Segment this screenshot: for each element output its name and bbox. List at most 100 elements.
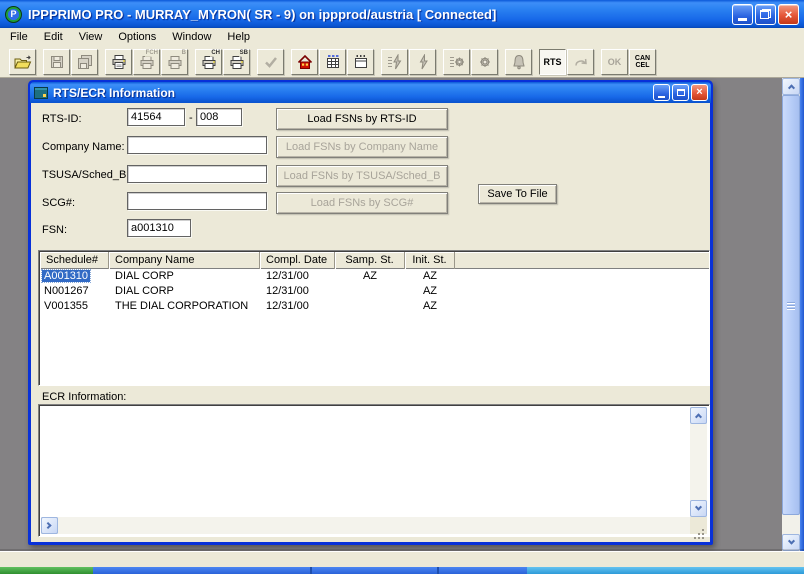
- main-window-title: IPPPRIMO PRO - MURRAY_MYRON( SR - 9) on …: [28, 7, 732, 22]
- redo-button: [567, 49, 594, 75]
- dialog-close-button[interactable]: ×: [691, 84, 708, 101]
- print-sb-button[interactable]: SB: [223, 49, 250, 75]
- data-grid-button[interactable]: [319, 49, 346, 75]
- status-bar: [0, 551, 804, 567]
- check-icon: [263, 54, 279, 70]
- table-row[interactable]: V001355 THE DIAL CORPORATION 12/31/00 AZ: [40, 299, 709, 314]
- print-button[interactable]: [105, 49, 132, 75]
- restore-button[interactable]: [755, 4, 776, 25]
- rts-toggle-button[interactable]: RTS: [539, 49, 566, 75]
- lightning-icon: [415, 54, 431, 70]
- gear-icon: [477, 54, 493, 70]
- home-icon: [297, 54, 313, 70]
- chevron-down-icon: [787, 538, 794, 545]
- dialog-maximize-icon: [677, 89, 685, 96]
- column-header-samp[interactable]: Samp. St.: [335, 252, 405, 269]
- ecr-vertical-scrollbar[interactable]: [690, 407, 707, 517]
- tsusa-label: TSUSA/Sched_B:: [42, 169, 129, 181]
- scroll-up-button[interactable]: [782, 78, 800, 95]
- menu-item-options[interactable]: Options: [110, 29, 164, 45]
- ecr-scroll-down-button[interactable]: [690, 500, 707, 517]
- menu-item-help[interactable]: Help: [219, 29, 258, 45]
- company-name-input[interactable]: [127, 136, 267, 154]
- print-fch-badge: FCH: [145, 50, 159, 57]
- load-fsns-by-tsusa-button: Load FSNs by TSUSA/Sched_B: [276, 165, 448, 187]
- ok-button-toolbar: OK: [601, 49, 628, 75]
- table-row[interactable]: A001310 DIAL CORP 12/31/00 AZ AZ: [40, 269, 709, 284]
- dialog-minimize-icon: [658, 96, 665, 98]
- rts-id-input-1[interactable]: [127, 108, 185, 126]
- scrollbar-thumb[interactable]: [782, 95, 800, 515]
- close-button[interactable]: ×: [778, 4, 799, 25]
- menu-item-file[interactable]: File: [2, 29, 36, 45]
- ecr-information-content[interactable]: [41, 407, 690, 517]
- batch-lightning-icon: [386, 54, 404, 70]
- company-name-label: Company Name:: [42, 141, 125, 153]
- print-ch-badge: CH: [210, 50, 221, 57]
- fsn-input[interactable]: [127, 219, 191, 237]
- toolbar: FCH B CH SB: [0, 46, 804, 78]
- column-header-schedule[interactable]: Schedule#: [40, 252, 109, 269]
- column-header-date[interactable]: Compl. Date: [260, 252, 335, 269]
- open-folder-button[interactable]: [9, 49, 36, 75]
- ecr-scroll-up-button[interactable]: [690, 407, 707, 424]
- taskbar-divider: [310, 567, 312, 574]
- close-icon: ×: [785, 8, 793, 21]
- column-header-company[interactable]: Company Name: [109, 252, 260, 269]
- cancel-button-toolbar[interactable]: CAN CEL: [629, 49, 656, 75]
- ecr-scroll-right-button[interactable]: [41, 517, 58, 534]
- menu-item-view[interactable]: View: [71, 29, 111, 45]
- taskbar-tray[interactable]: [527, 567, 804, 574]
- print-fch-button: FCH: [133, 49, 160, 75]
- menu-item-window[interactable]: Window: [164, 29, 219, 45]
- dialog-minimize-button[interactable]: [653, 84, 670, 101]
- rts-id-input-2[interactable]: [196, 108, 242, 126]
- dialog-close-icon: ×: [696, 87, 702, 98]
- chevron-up-icon: [695, 413, 702, 420]
- save-all-icon: [77, 54, 93, 70]
- alert-bell-icon: [511, 54, 527, 70]
- rts-id-separator: -: [189, 112, 193, 124]
- column-header-init[interactable]: Init. St.: [405, 252, 455, 269]
- chevron-right-icon: [45, 522, 52, 529]
- chevron-up-icon: [787, 84, 794, 91]
- mdi-vertical-scrollbar[interactable]: [782, 78, 800, 551]
- dialog-maximize-button[interactable]: [672, 84, 689, 101]
- chevron-down-icon: [695, 504, 702, 511]
- save-to-file-button[interactable]: Save To File: [478, 184, 557, 204]
- ok-label: OK: [608, 57, 622, 67]
- app-logo-icon: P: [5, 6, 22, 23]
- apply-button: [257, 49, 284, 75]
- form-window-button[interactable]: [347, 49, 374, 75]
- fsn-table-header: Schedule# Company Name Compl. Date Samp.…: [40, 252, 709, 269]
- ecr-information-label: ECR Information:: [42, 391, 126, 403]
- lightning-button: [409, 49, 436, 75]
- load-fsns-by-company-button: Load FSNs by Company Name: [276, 136, 448, 158]
- tsusa-input[interactable]: [127, 165, 267, 183]
- cancel-label: CAN CEL: [635, 55, 650, 69]
- print-b-button: B: [161, 49, 188, 75]
- column-header-filler: [455, 252, 709, 269]
- dialog-form-icon: [34, 87, 48, 99]
- load-fsns-by-scg-button: Load FSNs by SCG#: [276, 192, 448, 214]
- scg-input[interactable]: [127, 192, 267, 210]
- fsn-table-rows: A001310 DIAL CORP 12/31/00 AZ AZ N001267…: [39, 269, 709, 314]
- rts-ecr-dialog: RTS/ECR Information × RTS-ID: - Load FSN…: [28, 80, 713, 545]
- table-row[interactable]: N001267 DIAL CORP 12/31/00 AZ: [40, 284, 709, 299]
- resize-grip[interactable]: [690, 517, 707, 534]
- ecr-information-box: [38, 404, 710, 537]
- load-fsns-by-rts-id-button[interactable]: Load FSNs by RTS-ID: [276, 108, 448, 130]
- gear-button: [471, 49, 498, 75]
- data-grid-icon: [325, 54, 341, 70]
- print-b-badge: B: [181, 50, 187, 57]
- desktop: { "titlebar": { "logo_letter": "P", "tit…: [0, 0, 804, 574]
- batch-lightning-button: [381, 49, 408, 75]
- ecr-horizontal-scrollbar[interactable]: [41, 517, 690, 534]
- minimize-button[interactable]: [732, 4, 753, 25]
- scroll-down-button[interactable]: [782, 534, 800, 551]
- home-button[interactable]: [291, 49, 318, 75]
- menu-item-edit[interactable]: Edit: [36, 29, 71, 45]
- start-button[interactable]: [0, 567, 93, 574]
- window-right-border: [800, 78, 804, 551]
- print-ch-button[interactable]: CH: [195, 49, 222, 75]
